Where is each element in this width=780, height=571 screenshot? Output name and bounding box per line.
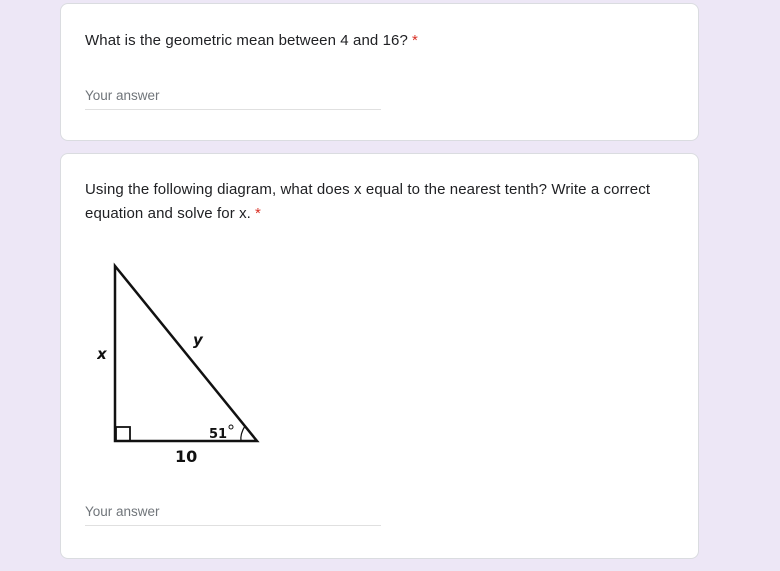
question-text: What is the geometric mean between 4 and… [85, 32, 408, 49]
right-triangle-diagram: x y 51 10 [97, 262, 260, 466]
question-card-triangle: Using the following diagram, what does x… [60, 153, 699, 559]
triangle-outline [113, 262, 260, 443]
question-card-geometric-mean: What is the geometric mean between 4 and… [60, 3, 699, 141]
side-label-y: y [193, 331, 204, 349]
question-text: Using the following diagram, what does x… [85, 181, 651, 222]
angle-label: 51 [209, 427, 227, 442]
side-label-x: x [97, 345, 108, 363]
required-asterisk: * [254, 205, 261, 222]
angle-arc [240, 425, 246, 442]
short-answer-input[interactable]: Your answer [85, 499, 381, 526]
right-angle-marker [115, 426, 131, 442]
question-title: What is the geometric mean between 4 and… [85, 29, 645, 53]
side-label-base: 10 [175, 447, 197, 466]
short-answer-input[interactable]: Your answer [85, 83, 381, 110]
required-asterisk: * [411, 32, 418, 49]
degree-symbol [228, 424, 234, 430]
question-title: Using the following diagram, what does x… [85, 178, 655, 226]
